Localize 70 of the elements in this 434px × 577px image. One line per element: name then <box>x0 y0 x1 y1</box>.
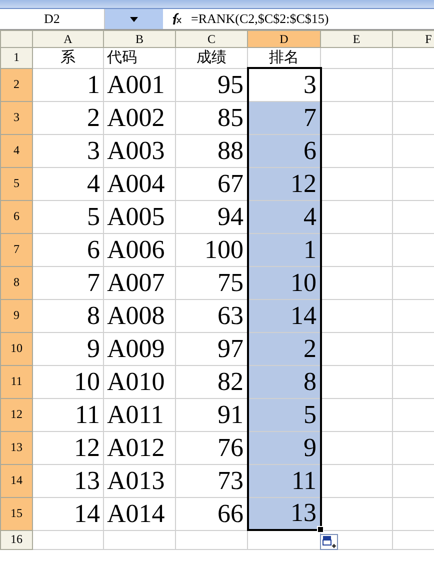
table-cell: A013 <box>104 464 176 497</box>
table-cell: 2 <box>32 101 104 134</box>
fill-handle[interactable] <box>316 526 324 533</box>
row-header[interactable]: 8 <box>0 266 32 299</box>
table-cell: A006 <box>104 233 176 266</box>
row-header[interactable]: 5 <box>0 167 32 200</box>
table-cell: A010 <box>104 365 176 398</box>
caret-icon <box>130 16 138 22</box>
row-header[interactable]: 9 <box>0 299 32 332</box>
table-cell: 11 <box>248 464 320 497</box>
table-cell: 13 <box>32 464 104 497</box>
table-cell: 14 <box>248 299 320 332</box>
table-cell: 12 <box>248 167 320 200</box>
row-header[interactable]: 14 <box>0 464 32 497</box>
column-header[interactable]: E <box>320 30 392 48</box>
row-header[interactable]: 7 <box>0 233 32 266</box>
table-cell: A007 <box>104 266 176 299</box>
row-header[interactable]: 11 <box>0 365 32 398</box>
column-header[interactable]: A <box>32 30 104 48</box>
table-cell: 代码 <box>104 48 176 68</box>
column-header[interactable]: C <box>176 30 248 48</box>
row-header[interactable]: 6 <box>0 200 32 233</box>
table-cell: 14 <box>32 497 104 530</box>
table-cell: 5 <box>248 398 320 431</box>
table-cell: 10 <box>248 266 320 299</box>
table-cell: A004 <box>104 167 176 200</box>
table-cell: 4 <box>248 200 320 233</box>
table-cell: 1 <box>32 68 104 101</box>
column-header[interactable]: B <box>104 30 176 48</box>
table-cell: A003 <box>104 134 176 167</box>
table-cell: A008 <box>104 299 176 332</box>
table-cell: 4 <box>32 167 104 200</box>
table-cell: A002 <box>104 101 176 134</box>
row-header[interactable]: 3 <box>0 101 32 134</box>
table-cell: 6 <box>32 233 104 266</box>
row-header[interactable]: 4 <box>0 134 32 167</box>
row-header[interactable]: 13 <box>0 431 32 464</box>
auto-fill-options-icon[interactable] <box>320 534 338 550</box>
table-cell: 11 <box>32 398 104 431</box>
table-cell: A011 <box>104 398 176 431</box>
formula-field[interactable]: =RANK(C2,$C$2:$C$15) <box>191 9 434 29</box>
table-cell: A009 <box>104 332 176 365</box>
table-cell: 12 <box>32 431 104 464</box>
table-cell: 9 <box>32 332 104 365</box>
row-header[interactable]: 2 <box>0 68 32 101</box>
table-cell: 8 <box>248 365 320 398</box>
table-cell: 系 <box>32 48 104 68</box>
table-cell: 6 <box>248 134 320 167</box>
table-cell: 9 <box>248 431 320 464</box>
column-header[interactable]: F <box>392 30 434 48</box>
table-cell: 5 <box>32 200 104 233</box>
table-cell: 2 <box>248 332 320 365</box>
table-cell: 成绩 <box>176 48 248 68</box>
table-cell: A014 <box>104 497 176 530</box>
row-header[interactable]: 12 <box>0 398 32 431</box>
row-header[interactable]: 16 <box>0 530 32 549</box>
row-header[interactable]: 15 <box>0 497 32 530</box>
table-cell: 7 <box>32 266 104 299</box>
table-cell: 3 <box>32 134 104 167</box>
table-cell: A005 <box>104 200 176 233</box>
table-cell: 8 <box>32 299 104 332</box>
row-header[interactable]: 1 <box>0 48 32 68</box>
function-icon[interactable] <box>171 13 183 25</box>
table-cell: 1 <box>248 233 320 266</box>
column-header[interactable]: D <box>248 30 320 48</box>
table-cell: A012 <box>104 431 176 464</box>
table-cell: 7 <box>248 101 320 134</box>
table-cell: A001 <box>104 68 176 101</box>
row-header[interactable]: 10 <box>0 332 32 365</box>
table-cell: 10 <box>32 365 104 398</box>
